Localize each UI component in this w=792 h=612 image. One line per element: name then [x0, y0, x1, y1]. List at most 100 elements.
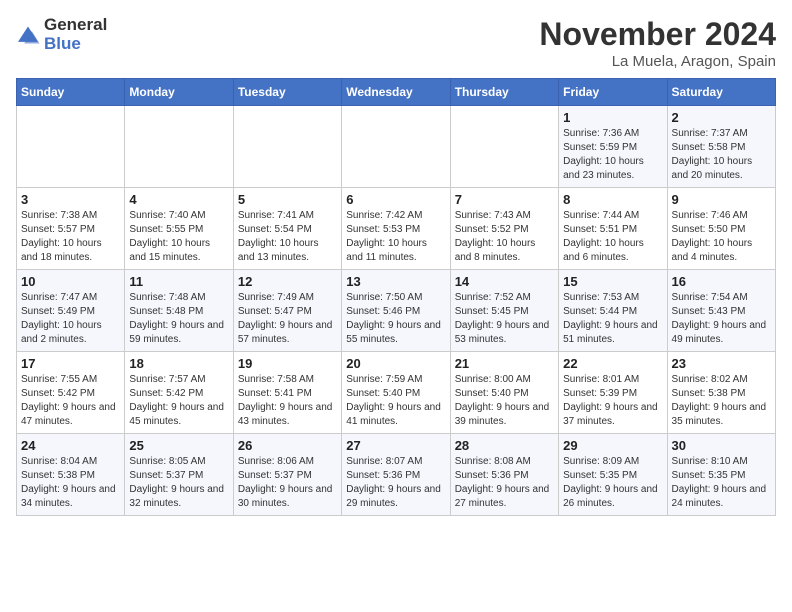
day-info: Sunrise: 7:37 AM Sunset: 5:58 PM Dayligh…	[672, 127, 771, 183]
day-info: Sunrise: 8:07 AM Sunset: 5:36 PM Dayligh…	[346, 455, 445, 511]
calendar-week-row: 1 Sunrise: 7:36 AM Sunset: 5:59 PM Daylig…	[17, 106, 776, 188]
day-info: Sunrise: 7:44 AM Sunset: 5:51 PM Dayligh…	[563, 209, 662, 265]
day-info: Sunrise: 7:58 AM Sunset: 5:41 PM Dayligh…	[238, 373, 337, 429]
day-number: 24	[21, 438, 120, 453]
calendar-cell: 15Sunrise: 7:53 AM Sunset: 5:44 PM Dayli…	[559, 270, 667, 352]
day-number: 19	[238, 356, 337, 371]
calendar-table: SundayMondayTuesdayWednesdayThursdayFrid…	[16, 78, 776, 516]
logo: General Blue	[16, 16, 107, 53]
day-info: Sunrise: 7:40 AM Sunset: 5:55 PM Dayligh…	[129, 209, 228, 265]
calendar-cell: 16 Sunrise: 7:54 AM Sunset: 5:43 PM Dayli…	[667, 270, 775, 352]
day-info: Sunrise: 7:49 AM Sunset: 5:47 PM Dayligh…	[238, 291, 337, 347]
day-number: 18	[129, 356, 228, 371]
weekday-header: Saturday	[667, 79, 775, 106]
calendar-cell: 23 Sunrise: 8:02 AM Sunset: 5:38 PM Dayli…	[667, 352, 775, 434]
day-info: Sunrise: 8:10 AM Sunset: 5:35 PM Dayligh…	[672, 455, 771, 511]
calendar-cell: 14Sunrise: 7:52 AM Sunset: 5:45 PM Dayli…	[450, 270, 558, 352]
weekday-header: Thursday	[450, 79, 558, 106]
calendar-cell: 10Sunrise: 7:47 AM Sunset: 5:49 PM Dayli…	[17, 270, 125, 352]
calendar-cell: 30 Sunrise: 8:10 AM Sunset: 5:35 PM Dayli…	[667, 434, 775, 516]
weekday-header: Monday	[125, 79, 233, 106]
calendar-cell: 27 Sunrise: 8:07 AM Sunset: 5:36 PM Dayli…	[342, 434, 450, 516]
day-info: Sunrise: 8:06 AM Sunset: 5:37 PM Dayligh…	[238, 455, 337, 511]
calendar-cell: 28Sunrise: 8:08 AM Sunset: 5:36 PM Dayli…	[450, 434, 558, 516]
day-info: Sunrise: 7:59 AM Sunset: 5:40 PM Dayligh…	[346, 373, 445, 429]
calendar-week-row: 17Sunrise: 7:55 AM Sunset: 5:42 PM Dayli…	[17, 352, 776, 434]
weekday-header: Sunday	[17, 79, 125, 106]
weekday-header-row: SundayMondayTuesdayWednesdayThursdayFrid…	[17, 79, 776, 106]
calendar-cell: 19 Sunrise: 7:58 AM Sunset: 5:41 PM Dayli…	[233, 352, 341, 434]
day-info: Sunrise: 7:50 AM Sunset: 5:46 PM Dayligh…	[346, 291, 445, 347]
calendar-cell	[233, 106, 341, 188]
logo-line2: Blue	[44, 35, 107, 54]
day-info: Sunrise: 8:04 AM Sunset: 5:38 PM Dayligh…	[21, 455, 120, 511]
calendar-cell: 20Sunrise: 7:59 AM Sunset: 5:40 PM Dayli…	[342, 352, 450, 434]
calendar-cell: 3Sunrise: 7:38 AM Sunset: 5:57 PM Daylig…	[17, 188, 125, 270]
day-info: Sunrise: 8:01 AM Sunset: 5:39 PM Dayligh…	[563, 373, 662, 429]
calendar-cell: 1 Sunrise: 7:36 AM Sunset: 5:59 PM Daylig…	[559, 106, 667, 188]
day-number: 16	[672, 274, 771, 289]
day-info: Sunrise: 7:48 AM Sunset: 5:48 PM Dayligh…	[129, 291, 228, 347]
calendar-cell: 11 Sunrise: 7:48 AM Sunset: 5:48 PM Dayli…	[125, 270, 233, 352]
calendar-cell: 25 Sunrise: 8:05 AM Sunset: 5:37 PM Dayli…	[125, 434, 233, 516]
day-number: 3	[21, 192, 120, 207]
day-number: 23	[672, 356, 771, 371]
day-number: 12	[238, 274, 337, 289]
day-info: Sunrise: 7:46 AM Sunset: 5:50 PM Dayligh…	[672, 209, 771, 265]
day-number: 15	[563, 274, 662, 289]
weekday-header: Tuesday	[233, 79, 341, 106]
day-info: Sunrise: 7:43 AM Sunset: 5:52 PM Dayligh…	[455, 209, 554, 265]
calendar-week-row: 24 Sunrise: 8:04 AM Sunset: 5:38 PM Dayli…	[17, 434, 776, 516]
calendar-cell: 29 Sunrise: 8:09 AM Sunset: 5:35 PM Dayli…	[559, 434, 667, 516]
day-number: 11	[129, 274, 228, 289]
logo-line1: General	[44, 16, 107, 35]
day-number: 7	[455, 192, 554, 207]
day-number: 14	[455, 274, 554, 289]
day-number: 22	[563, 356, 662, 371]
calendar-cell: 9Sunrise: 7:46 AM Sunset: 5:50 PM Daylig…	[667, 188, 775, 270]
logo-icon	[16, 25, 40, 45]
calendar-week-row: 10Sunrise: 7:47 AM Sunset: 5:49 PM Dayli…	[17, 270, 776, 352]
calendar-subtitle: La Muela, Aragon, Spain	[539, 53, 776, 70]
calendar-cell	[17, 106, 125, 188]
calendar-week-row: 3Sunrise: 7:38 AM Sunset: 5:57 PM Daylig…	[17, 188, 776, 270]
day-info: Sunrise: 7:55 AM Sunset: 5:42 PM Dayligh…	[21, 373, 120, 429]
day-info: Sunrise: 8:05 AM Sunset: 5:37 PM Dayligh…	[129, 455, 228, 511]
calendar-cell: 17Sunrise: 7:55 AM Sunset: 5:42 PM Dayli…	[17, 352, 125, 434]
calendar-cell: 26 Sunrise: 8:06 AM Sunset: 5:37 PM Dayli…	[233, 434, 341, 516]
day-info: Sunrise: 8:09 AM Sunset: 5:35 PM Dayligh…	[563, 455, 662, 511]
day-number: 2	[672, 110, 771, 125]
day-number: 5	[238, 192, 337, 207]
day-number: 6	[346, 192, 445, 207]
day-info: Sunrise: 7:42 AM Sunset: 5:53 PM Dayligh…	[346, 209, 445, 265]
day-number: 30	[672, 438, 771, 453]
day-number: 26	[238, 438, 337, 453]
day-info: Sunrise: 7:41 AM Sunset: 5:54 PM Dayligh…	[238, 209, 337, 265]
calendar-cell: 22 Sunrise: 8:01 AM Sunset: 5:39 PM Dayli…	[559, 352, 667, 434]
day-info: Sunrise: 7:36 AM Sunset: 5:59 PM Dayligh…	[563, 127, 662, 183]
day-info: Sunrise: 8:08 AM Sunset: 5:36 PM Dayligh…	[455, 455, 554, 511]
day-number: 8	[563, 192, 662, 207]
calendar-cell: 21Sunrise: 8:00 AM Sunset: 5:40 PM Dayli…	[450, 352, 558, 434]
calendar-cell: 5 Sunrise: 7:41 AM Sunset: 5:54 PM Daylig…	[233, 188, 341, 270]
calendar-cell	[342, 106, 450, 188]
weekday-header: Friday	[559, 79, 667, 106]
day-number: 25	[129, 438, 228, 453]
day-info: Sunrise: 8:00 AM Sunset: 5:40 PM Dayligh…	[455, 373, 554, 429]
title-area: November 2024 La Muela, Aragon, Spain	[539, 16, 776, 70]
day-number: 1	[563, 110, 662, 125]
day-number: 27	[346, 438, 445, 453]
calendar-cell: 12 Sunrise: 7:49 AM Sunset: 5:47 PM Dayli…	[233, 270, 341, 352]
day-info: Sunrise: 7:57 AM Sunset: 5:42 PM Dayligh…	[129, 373, 228, 429]
day-number: 29	[563, 438, 662, 453]
calendar-cell: 13Sunrise: 7:50 AM Sunset: 5:46 PM Dayli…	[342, 270, 450, 352]
weekday-header: Wednesday	[342, 79, 450, 106]
calendar-cell: 18 Sunrise: 7:57 AM Sunset: 5:42 PM Dayli…	[125, 352, 233, 434]
day-info: Sunrise: 8:02 AM Sunset: 5:38 PM Dayligh…	[672, 373, 771, 429]
calendar-cell: 8 Sunrise: 7:44 AM Sunset: 5:51 PM Daylig…	[559, 188, 667, 270]
calendar-cell: 6 Sunrise: 7:42 AM Sunset: 5:53 PM Daylig…	[342, 188, 450, 270]
calendar-cell: 7 Sunrise: 7:43 AM Sunset: 5:52 PM Daylig…	[450, 188, 558, 270]
calendar-cell	[125, 106, 233, 188]
calendar-cell: 2 Sunrise: 7:37 AM Sunset: 5:58 PM Daylig…	[667, 106, 775, 188]
day-info: Sunrise: 7:54 AM Sunset: 5:43 PM Dayligh…	[672, 291, 771, 347]
